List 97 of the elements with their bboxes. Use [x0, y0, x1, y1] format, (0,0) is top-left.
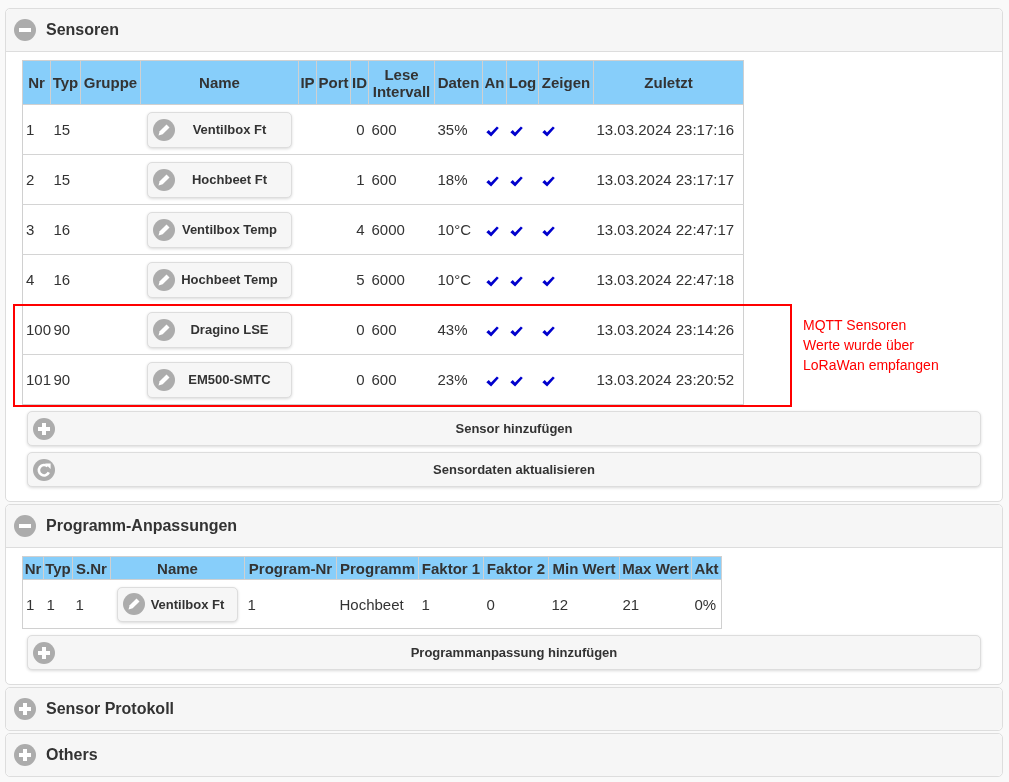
- pencil-icon: [153, 268, 175, 291]
- pencil-icon: [153, 168, 175, 191]
- plus-icon: [14, 698, 36, 720]
- column-header: Name: [140, 60, 299, 105]
- column-header: S.Nr: [72, 556, 111, 580]
- column-header: Nr: [22, 60, 51, 105]
- table-cell: 4: [22, 254, 51, 305]
- table-cell: 15: [50, 154, 81, 205]
- table-cell: 3: [22, 204, 51, 255]
- table-cell: 0%: [691, 579, 722, 629]
- column-header: Min Wert: [548, 556, 620, 580]
- table-cell: 600: [368, 354, 435, 405]
- table-cell: 600: [368, 304, 435, 355]
- table-cell: 10°C: [434, 204, 483, 255]
- table-cell: 600: [368, 154, 435, 205]
- table-cell: 13.03.2024 23:20:52: [593, 354, 744, 405]
- table-cell: 1: [22, 579, 44, 629]
- table-cell: 101: [22, 354, 51, 405]
- table-cell: 15: [50, 104, 81, 155]
- pencil-icon: [153, 218, 175, 241]
- table-cell: 6000: [368, 204, 435, 255]
- column-header: Akt: [691, 556, 722, 580]
- table-cell: 13.03.2024 23:14:26: [593, 304, 744, 355]
- plus-icon: [33, 641, 55, 664]
- table-cell: 0: [350, 104, 369, 155]
- section-header[interactable]: Sensoren: [6, 9, 1002, 52]
- column-header: Gruppe: [80, 60, 141, 105]
- table-cell: 5: [350, 254, 369, 305]
- table-cell: 6000: [368, 254, 435, 305]
- column-header: An: [482, 60, 507, 105]
- table-cell: 600: [368, 104, 435, 155]
- column-header: Max Wert: [619, 556, 692, 580]
- pencil-icon: [153, 368, 175, 391]
- minus-icon: [14, 19, 36, 41]
- column-header: Typ: [50, 60, 81, 105]
- section-header[interactable]: Sensor Protokoll: [6, 688, 1002, 730]
- table-cell: 1: [350, 154, 369, 205]
- table-cell: 0: [350, 354, 369, 405]
- column-header: Programm: [336, 556, 419, 580]
- column-header: Log: [506, 60, 539, 105]
- name-button[interactable]: Hochbeet Temp: [147, 261, 292, 298]
- table-cell: 10°C: [434, 254, 483, 305]
- table-cell: 4: [350, 204, 369, 255]
- table-cell: 12: [548, 579, 620, 629]
- table-cell: 16: [50, 254, 81, 305]
- action-button[interactable]: Sensor hinzufügen: [27, 411, 981, 446]
- table-cell: Hochbeet: [336, 579, 419, 629]
- table-cell: 90: [50, 354, 81, 405]
- table-cell: 35%: [434, 104, 483, 155]
- table-cell: 100: [22, 304, 51, 355]
- table-cell: 23%: [434, 354, 483, 405]
- table-cell: 1: [72, 579, 111, 629]
- table-cell: 1: [244, 579, 337, 629]
- pencil-icon: [153, 118, 175, 141]
- plus-icon: [14, 744, 36, 766]
- table-cell: 16: [50, 204, 81, 255]
- column-header: Daten: [434, 60, 483, 105]
- table-cell: 2: [22, 154, 51, 205]
- minus-icon: [14, 515, 36, 537]
- column-header: Nr: [22, 556, 44, 580]
- column-header: Faktor 1: [418, 556, 484, 580]
- section-header[interactable]: Others: [6, 734, 1002, 776]
- name-button[interactable]: EM500-SMTC: [147, 361, 292, 398]
- column-header: Name: [110, 556, 245, 580]
- annotation-note: MQTT Sensoren Werte wurde über LoRaWan empfangen: [803, 316, 939, 375]
- table-cell: 13.03.2024 22:47:17: [593, 204, 744, 255]
- pencil-icon: [153, 318, 175, 341]
- table-cell: 90: [50, 304, 81, 355]
- column-header: Zeigen: [538, 60, 594, 105]
- action-button[interactable]: Programmanpassung hinzufügen: [27, 635, 981, 670]
- name-button[interactable]: Ventilbox Temp: [147, 211, 292, 248]
- action-button[interactable]: Sensordaten aktualisieren: [27, 452, 981, 487]
- name-button[interactable]: Ventilbox Ft: [117, 586, 238, 622]
- table-cell: 21: [619, 579, 692, 629]
- pencil-icon: [123, 593, 145, 615]
- plus-icon: [33, 417, 55, 440]
- name-button[interactable]: Ventilbox Ft: [147, 111, 292, 148]
- table-cell: 1: [418, 579, 484, 629]
- table-cell: 43%: [434, 304, 483, 355]
- table-cell: 0: [483, 579, 549, 629]
- column-header: Faktor 2: [483, 556, 549, 580]
- column-header: Zuletzt: [593, 60, 744, 105]
- table-cell: 13.03.2024 23:17:16: [593, 104, 744, 155]
- table-cell: 18%: [434, 154, 483, 205]
- table-cell: 13.03.2024 23:17:17: [593, 154, 744, 205]
- section-header[interactable]: Programm-Anpassungen: [6, 505, 1002, 548]
- column-header: Program-Nr: [244, 556, 337, 580]
- table-cell: 1: [43, 579, 73, 629]
- refresh-icon: [33, 458, 55, 481]
- table-cell: 0: [350, 304, 369, 355]
- column-header: Lese Intervall: [368, 60, 435, 105]
- table-cell: 1: [22, 104, 51, 155]
- name-button[interactable]: Hochbeet Ft: [147, 161, 292, 198]
- column-header: Port: [316, 60, 351, 105]
- name-button[interactable]: Dragino LSE: [147, 311, 292, 348]
- column-header: Typ: [43, 556, 73, 580]
- table-cell: 13.03.2024 22:47:18: [593, 254, 744, 305]
